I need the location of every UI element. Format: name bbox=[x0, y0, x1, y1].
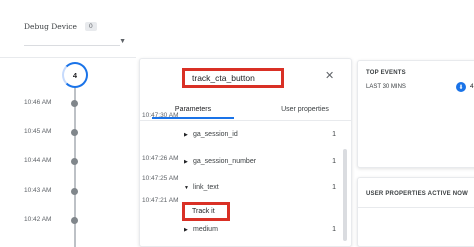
divider bbox=[0, 57, 136, 58]
timeline-dot[interactable] bbox=[71, 188, 78, 195]
expand-arrow-icon[interactable]: ▶ bbox=[184, 130, 188, 140]
param-name: ga_session_id bbox=[193, 131, 238, 138]
timeline-row[interactable]: 10:43 AM bbox=[24, 186, 84, 196]
timeline-time: 10:44 AM bbox=[24, 157, 52, 164]
timeline-row[interactable]: 10:45 AM bbox=[24, 127, 84, 137]
dropdown-underline bbox=[24, 45, 120, 46]
timeline-row[interactable]: 10:46 AM bbox=[24, 98, 84, 108]
timeline-time: 10:46 AM bbox=[24, 99, 52, 106]
event-timestamp[interactable]: 10:47:26 AM bbox=[142, 154, 179, 163]
param-row-ga-session-number[interactable]: ▶ ga_session_number 1 bbox=[184, 157, 336, 167]
link-text-value: Track it bbox=[192, 208, 215, 215]
expand-arrow-icon[interactable]: ▶ bbox=[184, 225, 188, 235]
timeline-time: 10:45 AM bbox=[24, 128, 52, 135]
event-timestamp[interactable]: 10:47:25 AM bbox=[142, 174, 179, 183]
param-name: link_text bbox=[193, 184, 219, 191]
expand-arrow-icon[interactable]: ▶ bbox=[184, 157, 188, 167]
debug-device-dropdown[interactable]: ▼ bbox=[24, 34, 126, 46]
param-name: ga_session_number bbox=[193, 158, 257, 165]
user-properties-card: USER PROPERTIES ACTIVE NOW bbox=[357, 177, 474, 247]
divider bbox=[358, 207, 474, 208]
param-row-medium[interactable]: ▶ medium 1 bbox=[184, 225, 336, 235]
timeline-event-count[interactable]: 4 bbox=[62, 62, 88, 88]
chevron-down-icon: ▼ bbox=[119, 38, 126, 45]
top-events-count: 4 bbox=[470, 83, 474, 90]
top-events-card: TOP EVENTS LAST 30 MINS ⬇ 4 bbox=[357, 60, 474, 168]
timeline-dot[interactable] bbox=[71, 129, 78, 136]
top-events-title: TOP EVENTS bbox=[366, 70, 406, 76]
timeline-dot[interactable] bbox=[71, 158, 78, 165]
event-icon: ⬇ bbox=[456, 82, 466, 92]
event-details-panel: track_cta_button ✕ Parameters User prope… bbox=[139, 58, 352, 247]
param-count: 1 bbox=[332, 158, 336, 165]
event-timestamp[interactable]: 10:47:30 AM bbox=[142, 111, 179, 120]
param-count: 1 bbox=[332, 184, 336, 191]
timeline-time: 10:42 AM bbox=[24, 216, 52, 223]
event-timestamp[interactable]: 10:47:21 AM bbox=[142, 196, 179, 205]
event-name: track_cta_button bbox=[192, 73, 255, 83]
timeline-time: 10:43 AM bbox=[24, 187, 52, 194]
param-row-link-text[interactable]: ▼ link_text 1 bbox=[184, 183, 336, 193]
close-icon[interactable]: ✕ bbox=[325, 71, 334, 82]
param-row-ga-session-id[interactable]: ▶ ga_session_id 1 bbox=[184, 130, 336, 140]
user-properties-title: USER PROPERTIES ACTIVE NOW bbox=[366, 191, 468, 197]
debug-device-count-badge: 0 bbox=[85, 22, 97, 31]
param-name: medium bbox=[193, 226, 218, 233]
timeline-row[interactable]: 10:44 AM bbox=[24, 156, 84, 166]
param-count: 1 bbox=[332, 226, 336, 233]
debug-device-label: Debug Device bbox=[24, 22, 77, 31]
event-count-value: 4 bbox=[72, 70, 78, 80]
timeline-row[interactable]: 10:42 AM bbox=[24, 215, 84, 225]
top-events-subtitle: LAST 30 MINS bbox=[366, 84, 406, 90]
param-count: 1 bbox=[332, 131, 336, 138]
debug-device-header: Debug Device 0 bbox=[24, 22, 97, 31]
scrollbar[interactable] bbox=[343, 149, 347, 241]
tab-user-properties[interactable]: User properties bbox=[268, 103, 342, 119]
timeline-dot[interactable] bbox=[71, 217, 78, 224]
param-value-highlight: Track it bbox=[182, 202, 230, 221]
divider bbox=[140, 120, 351, 121]
collapse-arrow-icon[interactable]: ▼ bbox=[184, 183, 189, 193]
timeline-dot[interactable] bbox=[71, 100, 78, 107]
event-name-highlight: track_cta_button bbox=[182, 68, 284, 88]
